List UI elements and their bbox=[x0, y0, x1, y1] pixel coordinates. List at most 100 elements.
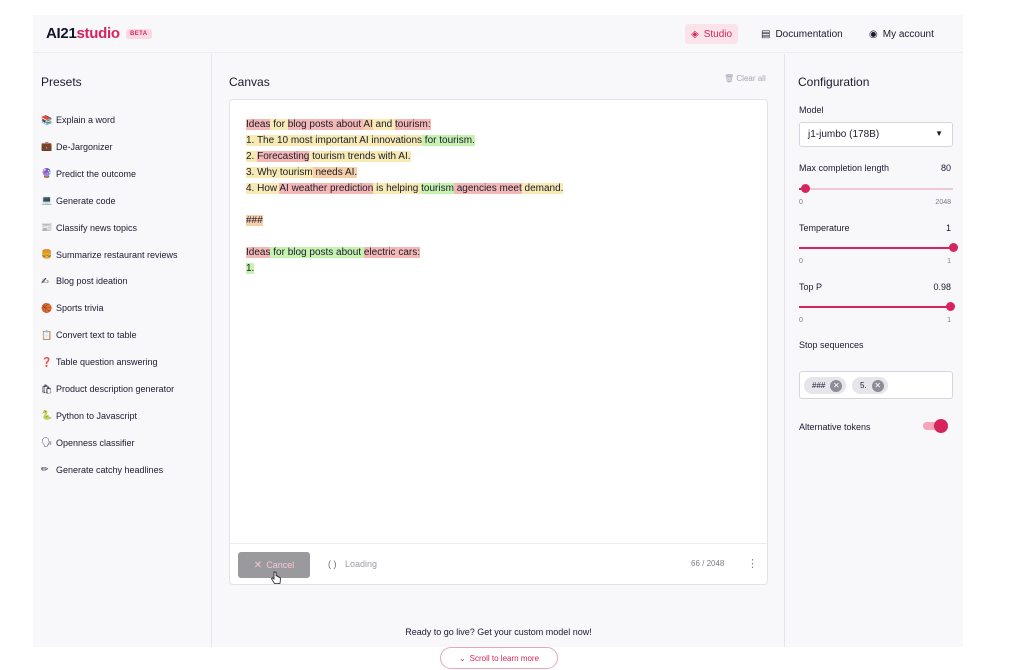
remove-chip-icon[interactable]: ✕ bbox=[871, 379, 884, 392]
token-span[interactable]: AI weather prediction bbox=[279, 183, 374, 194]
preset-label: Classify news topics bbox=[56, 222, 138, 233]
clear-all-button[interactable]: 🗑 Clear all bbox=[724, 74, 766, 83]
preset-item[interactable]: ❓ Table question answering bbox=[41, 354, 158, 370]
speaking-head-icon: 🗣 bbox=[41, 437, 53, 448]
preset-item[interactable]: 🍔 Summarize restaurant reviews bbox=[41, 247, 178, 263]
token-span[interactable]: Ideas bbox=[246, 247, 271, 258]
more-options-icon[interactable]: ⋮ bbox=[747, 557, 758, 570]
stop-sequences-input[interactable]: ### ✕ 5. ✕ bbox=[799, 371, 953, 399]
question-mark-icon: ❓ bbox=[41, 356, 53, 367]
preset-item[interactable]: ✍ Blog post ideation bbox=[41, 273, 128, 289]
preset-label: Blog post ideation bbox=[56, 276, 128, 287]
alternative-tokens-toggle[interactable] bbox=[923, 419, 948, 433]
token-span[interactable]: 1. The 10 most important AI innovations bbox=[246, 135, 423, 146]
model-value: j1-jumbo (178B) bbox=[808, 129, 880, 140]
scroll-label: Scroll to learn more bbox=[469, 653, 540, 663]
nav-my-account[interactable]: ◉ My account bbox=[863, 24, 940, 44]
preset-item[interactable]: 🗣 Openness classifier bbox=[41, 435, 135, 451]
model-select[interactable]: j1-jumbo (178B) ▼ bbox=[799, 122, 953, 147]
slider-thumb[interactable] bbox=[949, 243, 958, 252]
canvas-line: 3. Why tourism needs AI. bbox=[246, 165, 563, 181]
snake-icon: 🐍 bbox=[41, 410, 53, 421]
canvas-line bbox=[246, 229, 563, 245]
token-span[interactable]: Forecasting bbox=[257, 151, 310, 162]
canvas-panel: Canvas 🗑 Clear all Ideas for blog posts … bbox=[213, 54, 784, 669]
preset-item[interactable]: 📰 Classify news topics bbox=[41, 220, 137, 236]
token-span[interactable]: blog posts about bbox=[287, 119, 364, 130]
canvas-line: Ideas for blog posts about electric cars… bbox=[246, 245, 563, 261]
preset-label: Product description generator bbox=[56, 384, 175, 394]
token-span[interactable]: electric cars: bbox=[363, 247, 420, 258]
cube-icon: ◈ bbox=[691, 28, 699, 40]
preset-label: Sports trivia bbox=[56, 303, 104, 314]
preset-item[interactable]: 📚 Explain a word bbox=[41, 112, 115, 128]
preset-item[interactable]: 🔮 Predict the outcome bbox=[41, 166, 136, 182]
canvas-title: Canvas bbox=[229, 75, 270, 89]
logo[interactable]: AI21studio bbox=[46, 25, 120, 42]
slider-fill bbox=[799, 306, 950, 308]
nav-documentation[interactable]: ▤ Documentation bbox=[755, 24, 849, 44]
laptop-icon: 💻 bbox=[41, 195, 53, 206]
token-span[interactable]: demand. bbox=[521, 183, 564, 194]
preset-item[interactable]: ✏ Generate catchy headlines bbox=[41, 462, 163, 478]
logo-brand: AI21 bbox=[46, 25, 77, 42]
preset-item[interactable]: 🏀 Sports trivia bbox=[41, 300, 104, 316]
canvas-editor[interactable]: Ideas for blog posts about AI and touris… bbox=[229, 99, 768, 585]
token-span[interactable]: tourism trends with AI. bbox=[309, 151, 411, 162]
max-length-slider[interactable] bbox=[799, 183, 953, 195]
token-span[interactable]: for blog posts about bbox=[270, 247, 364, 258]
token-span[interactable]: ### bbox=[246, 215, 263, 226]
preset-item[interactable]: 📋 Convert text to table bbox=[41, 327, 137, 343]
token-span[interactable]: Ideas bbox=[246, 119, 271, 130]
temperature-max: 1 bbox=[947, 258, 951, 265]
token-span[interactable]: needs AI. bbox=[312, 167, 358, 178]
preset-label: Predict the outcome bbox=[56, 168, 137, 179]
token-span[interactable]: for tourism. bbox=[422, 135, 475, 146]
max-length-max: 2048 bbox=[935, 199, 951, 206]
slider-fill bbox=[799, 247, 953, 249]
slider-thumb[interactable] bbox=[801, 184, 810, 193]
token-span[interactable]: tourism bbox=[421, 183, 454, 194]
toggle-knob bbox=[934, 419, 948, 433]
token-span[interactable]: tourism: bbox=[395, 119, 431, 130]
briefcase-icon: 💼 bbox=[41, 141, 53, 152]
chip-label: ### bbox=[812, 381, 826, 390]
slider-thumb[interactable] bbox=[945, 302, 955, 311]
token-span[interactable]: 1. bbox=[246, 263, 255, 274]
temperature-label: Temperature bbox=[799, 223, 850, 233]
token-span[interactable]: AI bbox=[363, 119, 373, 130]
crystal-ball-icon: 🔮 bbox=[41, 168, 53, 179]
token-span[interactable]: is helping bbox=[373, 183, 422, 194]
close-icon: ✕ bbox=[253, 559, 263, 571]
presets-panel: Presets 📚 Explain a word 💼 De-Jargonizer 🔮 Pr… bbox=[33, 54, 212, 647]
canvas-text[interactable]: Ideas for blog posts about AI and touris… bbox=[246, 117, 564, 277]
preset-label: Table question answering bbox=[56, 357, 158, 368]
scroll-to-learn-more-button[interactable]: ⌄ Scroll to learn more bbox=[440, 647, 558, 669]
token-span[interactable]: 2. bbox=[246, 151, 258, 162]
temperature-value: 1 bbox=[945, 223, 951, 233]
beta-badge: BETA bbox=[126, 29, 152, 39]
slider-track bbox=[799, 188, 953, 190]
loading-indicator: ( ) Loading bbox=[328, 559, 377, 569]
remove-chip-icon[interactable]: ✕ bbox=[830, 379, 843, 392]
preset-item[interactable]: 💻 Generate code bbox=[41, 193, 116, 209]
top-p-slider[interactable] bbox=[799, 301, 955, 313]
preset-item[interactable]: 💼 De-Jargonizer bbox=[41, 139, 113, 155]
canvas-line bbox=[246, 197, 563, 213]
token-span[interactable]: for bbox=[270, 119, 288, 130]
basketball-icon: 🏀 bbox=[41, 302, 53, 313]
token-span[interactable]: agencies meet bbox=[453, 183, 522, 194]
trash-icon: 🗑 bbox=[724, 74, 735, 83]
document-icon: ▤ bbox=[761, 28, 771, 40]
configuration-panel: Configuration Model j1-jumbo (178B) ▼ Ma… bbox=[784, 54, 963, 647]
cta-text: Ready to go live? Get your custom model … bbox=[405, 627, 592, 637]
preset-item[interactable]: 🐍 Python to Javascript bbox=[41, 408, 137, 424]
preset-item[interactable]: 🛍 Product description generator bbox=[41, 381, 174, 397]
temperature-slider[interactable] bbox=[799, 242, 958, 254]
shopping-bags-icon: 🛍 bbox=[41, 383, 53, 394]
token-span[interactable]: 3. Why tourism bbox=[246, 167, 313, 178]
token-span[interactable]: 4. How bbox=[246, 183, 280, 194]
preset-label: De-Jargonizer bbox=[56, 141, 113, 152]
token-span[interactable]: and bbox=[372, 119, 396, 130]
nav-studio[interactable]: ◈ Studio bbox=[685, 24, 739, 44]
